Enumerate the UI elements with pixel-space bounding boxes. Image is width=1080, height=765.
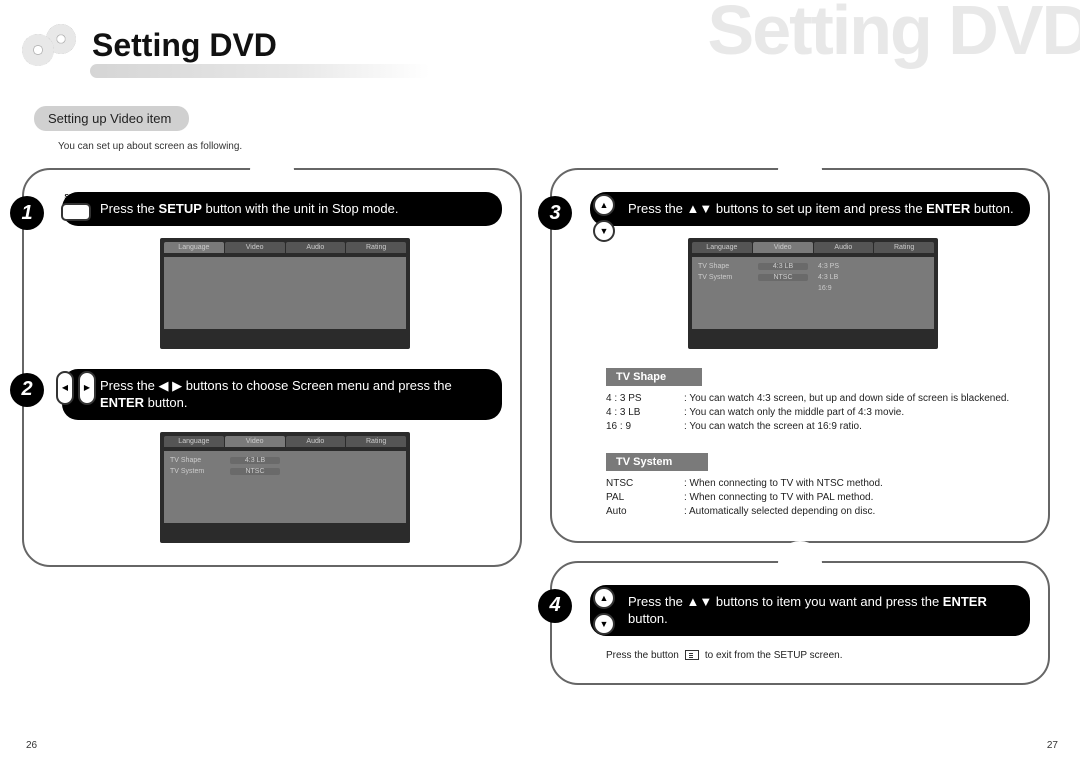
instruction-text: Press the ▲▼ buttons to set up item and … [590,192,1030,226]
step-3: 3 ▲▼ Press the ▲▼ buttons to set up item… [596,192,1030,519]
page-title: Setting DVD [92,27,277,64]
left-column: 1 SETUP Press the SETUP button with the … [22,168,522,703]
steps-panel-left: 1 SETUP Press the SETUP button with the … [22,168,522,567]
step-4: 4 ▲▼ Press the ▲▼ buttons to item you wa… [596,585,1030,661]
tv-shape-info: TV Shape 4 : 3 PS: You can watch 4:3 scr… [606,367,1030,434]
section-heading: Setting up Video item [34,106,189,131]
steps-panel-right-bottom: 4 ▲▼ Press the ▲▼ buttons to item you wa… [550,561,1050,685]
exit-note: Press the button to exit from the SETUP … [606,650,1030,661]
title-underline [90,64,430,78]
page-number-right: 27 [1047,740,1058,751]
osd-tab: Rating [874,242,934,253]
osd-tab: Rating [346,242,406,253]
instruction-text: Press the SETUP button with the unit in … [62,192,502,226]
osd-screenshot-2: Language Video Audio Rating TV Shape4:3 … [160,432,410,543]
osd-tab: Language [692,242,752,253]
osd-tab: Rating [346,436,406,447]
osd-tab: Audio [286,242,346,253]
info-heading: TV System [606,453,708,471]
step-1: 1 SETUP Press the SETUP button with the … [68,192,502,349]
osd-tab: Audio [286,436,346,447]
info-heading: TV Shape [606,368,702,386]
header: Setting DVD [22,24,1062,66]
osd-screenshot-3: Language Video Audio Rating TV Shape 4:3… [688,238,938,349]
instruction-text: Press the ◀ ▶ buttons to choose Screen m… [62,369,502,420]
dvd-discs-icon [22,24,78,66]
up-down-buttons-icon: ▲▼ [584,194,624,242]
osd-tab: Language [164,242,224,253]
up-down-buttons-icon: ▲▼ [584,587,624,635]
setup-button-icon: SETUP [56,194,96,221]
instruction-text: Press the ▲▼ buttons to item you want an… [590,585,1030,636]
step-number: 2 [10,373,44,407]
page-number-left: 26 [26,740,37,751]
left-right-buttons-icon: ◀▶ [56,371,96,405]
tv-system-info: TV System NTSC: When connecting to TV wi… [606,452,1030,519]
step-2: 2 ◀▶ Press the ◀ ▶ buttons to choose Scr… [68,369,502,543]
osd-tab: Audio [814,242,874,253]
step-number: 3 [538,196,572,230]
section-note: You can set up about screen as following… [58,141,1062,152]
menu-exit-icon [685,650,699,660]
page-content: Setting DVD Setting up Video item You ca… [22,24,1062,703]
right-column: 3 ▲▼ Press the ▲▼ buttons to set up item… [550,168,1050,703]
step-number: 4 [538,589,572,623]
osd-tab: Video [753,242,813,253]
osd-screenshot-1: Language Video Audio Rating [160,238,410,349]
osd-tab: Language [164,436,224,447]
osd-tab: Video [225,242,285,253]
steps-panel-right-top: 3 ▲▼ Press the ▲▼ buttons to set up item… [550,168,1050,543]
step-number: 1 [10,196,44,230]
osd-tab: Video [225,436,285,447]
